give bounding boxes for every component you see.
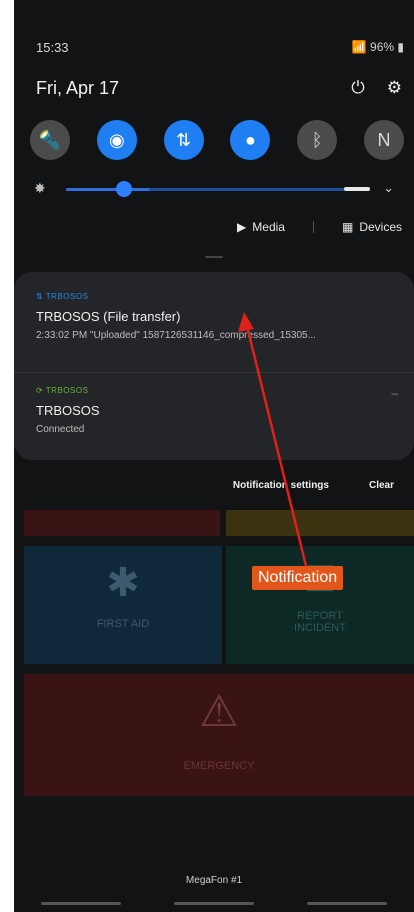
- chevron-down-icon[interactable]: ⌄: [383, 180, 394, 196]
- media-button[interactable]: ▶ Media: [237, 220, 285, 234]
- sun-icon: ✸: [34, 180, 46, 196]
- clock: 15:33: [36, 40, 69, 55]
- bluetooth-icon: ᛒ: [311, 129, 323, 150]
- flashlight-icon: 🔦: [38, 129, 62, 150]
- first-aid-label: FIRST AID: [96, 618, 150, 630]
- notification-shade: 15:33 📶 96% ▮ Fri, Apr 17 ⏻ ⚙ 🔦 ◉ ⇅ ● ᛒ N ✸ ⌄…: [14, 0, 414, 912]
- devices-button[interactable]: ▦ Devices: [342, 220, 402, 234]
- emergency-label: EMERGENCY: [183, 760, 255, 772]
- gear-icon[interactable]: ⚙: [387, 78, 402, 98]
- first-aid-tile: ✱ FIRST AID: [24, 546, 222, 664]
- location-icon: ●: [244, 129, 256, 150]
- brightness-knob[interactable]: [116, 181, 132, 197]
- nfc-tile[interactable]: N: [363, 120, 404, 160]
- media-label: Media: [252, 220, 285, 234]
- signal-icon: 📶: [351, 40, 367, 54]
- devices-label: Devices: [359, 220, 402, 234]
- notification-footer: Notification settings Clear: [233, 480, 394, 491]
- date-label: Fri, Apr 17: [36, 78, 120, 98]
- flashlight-tile[interactable]: 🔦: [30, 120, 70, 160]
- wifi-icon: ◉: [108, 129, 125, 150]
- play-icon: ▶: [237, 220, 247, 234]
- warning-icon: ⚠: [199, 687, 239, 736]
- media-devices-row: ▶ Media ▦ Devices: [237, 220, 402, 234]
- quick-settings-tiles: 🔦 ◉ ⇅ ● ᛒ N: [30, 120, 404, 160]
- notification-app-name: ⟳ TRBOSOS: [36, 386, 89, 395]
- notification-settings-button[interactable]: Notification settings: [233, 480, 329, 491]
- battery-level: 96%: [370, 40, 395, 54]
- report-incident-tile: ▣ REPORT INCIDENT: [226, 546, 414, 664]
- bluetooth-tile[interactable]: ᛒ: [297, 120, 338, 160]
- mobile-data-icon: ⇅: [176, 129, 192, 150]
- carrier-name: MegaFon #1: [185, 875, 243, 886]
- divider: [312, 221, 314, 233]
- brightness-end: [344, 187, 370, 191]
- background-yellow-strip: [226, 510, 414, 536]
- power-icon[interactable]: ⏻: [351, 78, 364, 98]
- notification-text: Connected: [36, 424, 85, 435]
- notification-title: TRBOSOS (File transfer): [36, 309, 181, 324]
- sync-icon: ⟳: [36, 386, 44, 395]
- divider: [14, 372, 414, 373]
- emergency-tile: ⚠ EMERGENCY: [24, 674, 414, 796]
- collapse-icon[interactable]: –: [391, 386, 398, 400]
- battery-icon: ▮: [397, 40, 404, 54]
- grid-icon: ▦: [341, 220, 354, 234]
- status-bar: 15:33 📶 96% ▮: [36, 40, 404, 60]
- annotation-label: Notification: [252, 566, 344, 590]
- brightness-track[interactable]: [66, 188, 344, 191]
- brightness-slider[interactable]: ✸ ⌄: [34, 178, 400, 202]
- background-red-strip: [24, 510, 220, 536]
- transfer-icon: ⇅: [36, 292, 44, 301]
- navigation-bar: [14, 902, 414, 905]
- wifi-tile[interactable]: ◉: [96, 120, 137, 160]
- clear-button[interactable]: Clear: [369, 480, 394, 491]
- notification-connected[interactable]: ⟳ TRBOSOS TRBOSOS Connected: [36, 386, 398, 435]
- star-of-life-icon: ✱: [106, 561, 140, 605]
- notification-app-name: ⇅ TRBOSOS: [36, 292, 89, 301]
- nav-segment[interactable]: [40, 902, 121, 905]
- notification-text: 2:33:02 PM "Uploaded" 1587126531146_comp…: [36, 330, 316, 341]
- nfc-icon: N: [377, 129, 391, 150]
- status-indicators: 📶 96% ▮: [352, 40, 404, 54]
- location-tile[interactable]: ●: [230, 120, 271, 160]
- report-incident-label: REPORT INCIDENT: [294, 610, 346, 634]
- notification-file-transfer[interactable]: ⇅ TRBOSOS TRBOSOS (File transfer) 2:33:0…: [36, 292, 398, 341]
- top-actions: ⏻ ⚙: [351, 78, 402, 98]
- mobile-data-tile[interactable]: ⇅: [163, 120, 204, 160]
- nav-segment[interactable]: [307, 902, 388, 905]
- nav-segment[interactable]: [173, 902, 254, 905]
- notification-title: TRBOSOS: [36, 403, 100, 418]
- drag-handle[interactable]: [205, 256, 223, 258]
